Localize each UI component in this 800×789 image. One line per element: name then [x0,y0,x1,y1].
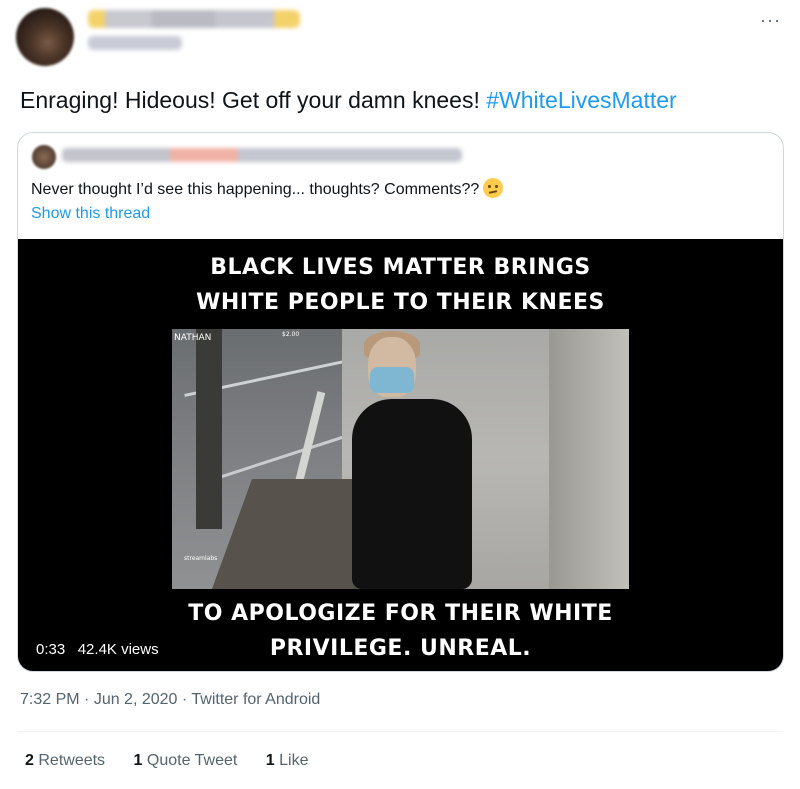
hashtag-link[interactable]: #WhiteLivesMatter [486,87,676,113]
stream-amount-label: $2.00 [282,331,300,338]
likes-label: Like [279,752,309,769]
tweet-time[interactable]: 7:32 PM [20,691,80,708]
video-caption-top-2: WHITE PEOPLE TO THEIR KNEES [196,290,605,315]
person-figure [352,399,472,589]
pole [196,329,222,529]
engagement-stats: 2 Retweets 1 Quote Tweet 1 Like [25,752,332,770]
video-views: 42.4K views [77,641,159,658]
retweets-count: 2 [25,752,34,769]
tweet-date[interactable]: Jun 2, 2020 [94,691,178,708]
video-frame: NATHAN $2.00 streamlabs my3 [172,329,629,589]
tweet-source[interactable]: Twitter for Android [191,691,320,708]
likes-stat[interactable]: 1 Like [266,752,309,769]
building [549,329,629,589]
stream-name-label: NATHAN [174,333,212,343]
retweets-stat[interactable]: 2 Retweets [25,752,105,769]
author-handle-blurred[interactable] [88,36,182,50]
streamlabs-label: streamlabs [184,555,218,562]
quote-tweets-count: 1 [133,752,143,769]
divider [17,731,782,732]
tweet-meta: 7:32 PM · Jun 2, 2020 · Twitter for Andr… [20,691,320,709]
meta-separator: · [177,691,192,708]
author-name-blurred[interactable] [88,10,300,28]
video-caption-top-1: BLACK LIVES MATTER BRINGS [210,255,591,280]
show-thread-link[interactable]: Show this thread [31,205,150,223]
more-options-icon[interactable]: ··· [760,10,781,31]
quoted-author-info-blurred [62,148,462,162]
quote-tweets-stat[interactable]: 1 Quote Tweet [134,752,238,769]
tweet-body: Enraging! Hideous! Get off your damn kne… [20,87,487,113]
quoted-tweet-text: Never thought I’d see this happening... … [31,178,504,199]
retweets-label: Retweets [38,752,106,769]
quoted-text-body: Never thought I’d see this happening... … [31,181,480,198]
quoted-author-avatar [32,145,56,169]
tweet-text: Enraging! Hideous! Get off your damn kne… [20,87,677,114]
video-stats: 0:33 42.4K views [36,641,159,658]
video-player[interactable]: BLACK LIVES MATTER BRINGS WHITE PEOPLE T… [18,239,783,671]
video-caption-bottom-1: TO APOLOGIZE FOR THEIR WHITE [188,601,613,626]
likes-count: 1 [265,752,275,769]
quote-tweets-label: Quote Tweet [146,752,238,769]
quoted-tweet-card[interactable]: Never thought I’d see this happening... … [17,132,784,672]
meta-separator: · [79,691,94,708]
thinking-face-icon [483,178,504,198]
video-duration: 0:33 [36,641,66,658]
face-mask [370,367,414,393]
stream-tag-label: my3 [364,577,384,587]
author-avatar[interactable] [16,8,74,66]
